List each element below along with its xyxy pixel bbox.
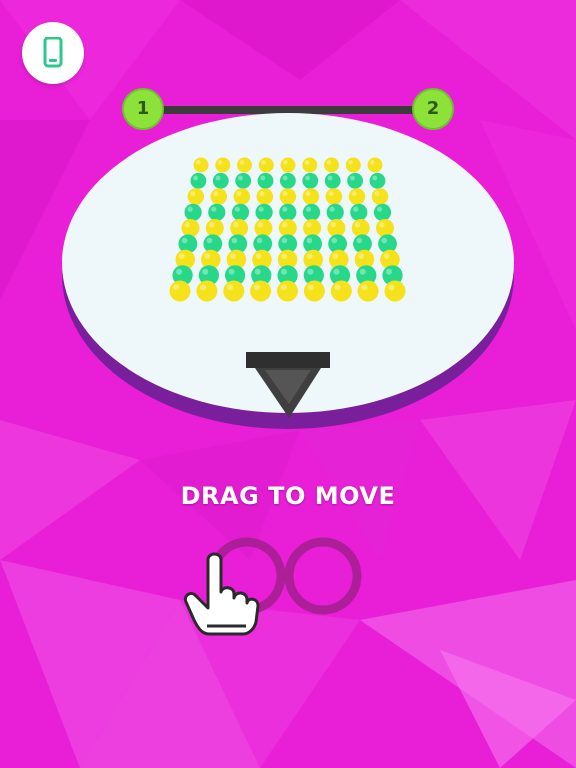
gesture-tutorial — [183, 537, 362, 636]
pointing-hand-icon — [183, 552, 260, 636]
